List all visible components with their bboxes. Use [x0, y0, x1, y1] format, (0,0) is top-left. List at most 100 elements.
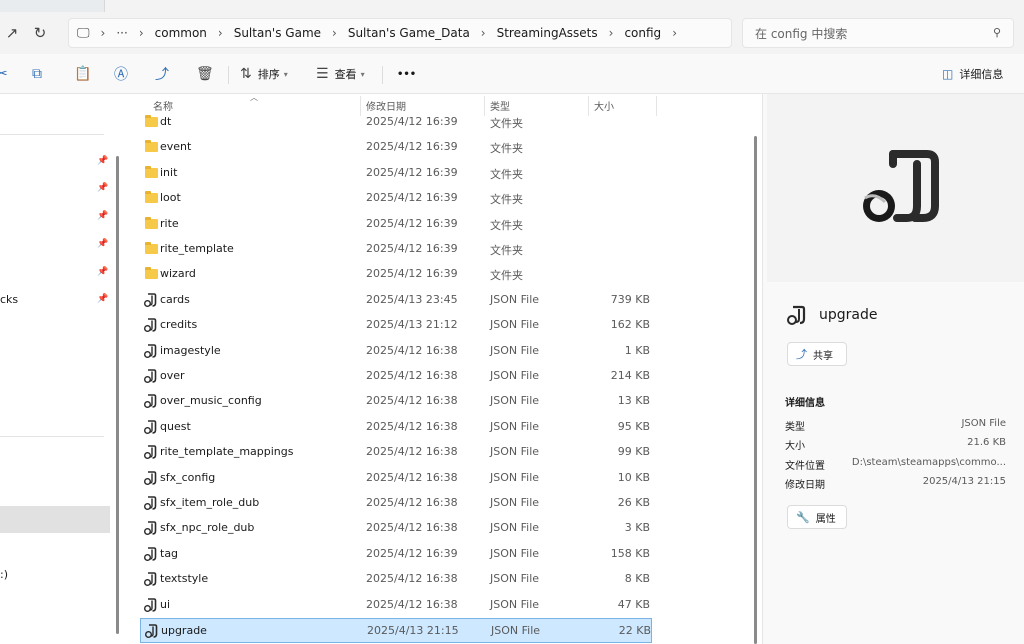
folder-icon: [145, 191, 158, 204]
chevron-right-icon[interactable]: ›: [101, 26, 106, 40]
cut-icon[interactable]: ✂: [0, 64, 8, 84]
json-file-icon: [144, 546, 157, 561]
share-button[interactable]: ⤴ 共享: [787, 342, 847, 366]
detail-label-size: 大小: [785, 441, 805, 452]
file-row[interactable]: event 2025/4/12 16:39 文件夹: [140, 135, 652, 160]
overflow-breadcrumb-icon[interactable]: ···: [116, 26, 127, 40]
file-date: 2025/4/12 16:39: [366, 165, 458, 179]
file-size: 162 KB: [610, 318, 650, 332]
details-section-heading: 详细信息: [785, 398, 825, 409]
search-placeholder: 在 config 中搜索: [755, 26, 848, 41]
pin-icon[interactable]: 📌: [97, 183, 108, 193]
file-row[interactable]: wizard 2025/4/12 16:39 文件夹: [140, 262, 652, 287]
pin-icon[interactable]: 📌: [97, 294, 108, 304]
copy-icon[interactable]: ⧉: [32, 64, 42, 84]
share-label: 共享: [813, 350, 833, 362]
json-file-icon: [144, 597, 157, 612]
forward-icon[interactable]: ↗: [0, 21, 24, 45]
detail-label-modified: 修改日期: [785, 480, 825, 491]
column-divider[interactable]: [656, 96, 657, 116]
detail-value-location[interactable]: D:\steam\steamapps\commo...: [852, 457, 1006, 468]
nav-item-label[interactable]: :): [0, 568, 8, 581]
file-row[interactable]: sfx_npc_role_dub 2025/4/12 16:38 JSON File…: [140, 516, 652, 541]
pin-icon[interactable]: 📌: [97, 267, 108, 277]
folder-icon: [145, 267, 158, 280]
file-row[interactable]: rite_template 2025/4/12 16:39 文件夹: [140, 237, 652, 262]
sort-button[interactable]: ⇅ 排序 ▾: [240, 64, 288, 84]
more-options-button[interactable]: •••: [397, 64, 416, 84]
delete-icon[interactable]: 🗑: [196, 64, 214, 84]
file-row[interactable]: sfx_item_role_dub 2025/4/12 16:38 JSON Fil…: [140, 491, 652, 516]
file-row[interactable]: rite 2025/4/12 16:39 文件夹: [140, 212, 652, 237]
file-type: 文件夹: [490, 167, 523, 181]
chevron-right-icon[interactable]: ›: [672, 26, 677, 40]
json-file-icon: [144, 343, 157, 358]
search-input[interactable]: 在 config 中搜索 ⚲: [742, 18, 1014, 48]
file-size: 1 KB: [624, 343, 650, 357]
file-date: 2025/4/12 16:38: [366, 369, 458, 382]
chevron-right-icon[interactable]: ›: [218, 26, 223, 40]
address-bar[interactable]: 🖵 › ··· › common › Sultan's Game › Sulta…: [68, 18, 732, 48]
pin-icon[interactable]: 📌: [97, 156, 108, 166]
json-file-icon: [144, 521, 157, 536]
file-row[interactable]: cards 2025/4/13 23:45 JSON File 739 KB: [140, 288, 652, 313]
active-tab[interactable]: [104, 0, 1024, 12]
file-row[interactable]: sfx_config 2025/4/12 16:38 JSON File 10 KB: [140, 466, 652, 491]
folder-icon: [145, 216, 158, 229]
breadcrumb-sultans-game[interactable]: Sultan's Game: [234, 26, 321, 40]
file-row[interactable]: credits 2025/4/13 21:12 JSON File 162 KB: [140, 313, 652, 338]
chevron-right-icon[interactable]: ›: [332, 26, 337, 40]
file-row[interactable]: loot 2025/4/12 16:39 文件夹: [140, 186, 652, 211]
pin-icon[interactable]: 📌: [97, 239, 108, 249]
tab-strip: [0, 0, 1024, 12]
file-type: JSON File: [490, 572, 540, 586]
file-date: 2025/4/12 16:39: [366, 115, 458, 128]
sort-label: 排序: [257, 68, 280, 81]
view-button[interactable]: ☰ 查看 ▾: [316, 64, 365, 84]
file-row[interactable]: textstyle 2025/4/12 16:38 JSON File 8 KB: [140, 567, 652, 592]
json-file-icon: [144, 496, 157, 510]
file-row[interactable]: imagestyle 2025/4/12 16:38 JSON File 1 KB: [140, 339, 652, 364]
file-row[interactable]: over 2025/4/12 16:38 JSON File 214 KB: [140, 364, 652, 389]
file-size: 13 KB: [617, 394, 650, 408]
breadcrumb-config[interactable]: config: [624, 26, 661, 40]
file-name: sfx_npc_role_dub: [160, 521, 255, 535]
divider: [382, 66, 383, 84]
json-file-icon: [144, 394, 157, 409]
detail-label-type: 类型: [785, 422, 805, 433]
file-row[interactable]: rite_template_mappings 2025/4/12 16:38 JSO…: [140, 440, 652, 465]
rename-icon[interactable]: Ⓐ: [114, 64, 128, 84]
file-row[interactable]: tag 2025/4/12 16:39 JSON File 158 KB: [140, 542, 652, 567]
refresh-icon[interactable]: ↻: [28, 21, 52, 45]
json-file-icon: [145, 624, 158, 638]
file-row[interactable]: init 2025/4/12 16:39 文件夹: [140, 161, 652, 186]
address-row: ↗ ↻ 🖵 › ··· › common › Sultan's Game › S…: [0, 12, 1024, 54]
nav-item-selected[interactable]: [0, 506, 110, 533]
file-type: JSON File: [490, 521, 540, 535]
details-pane-button[interactable]: ◫ 详细信息: [942, 64, 1003, 84]
chevron-right-icon: ›: [138, 26, 144, 40]
computer-icon[interactable]: 🖵: [77, 26, 90, 41]
folder-icon: [145, 165, 158, 178]
chevron-right-icon[interactable]: ›: [481, 26, 486, 40]
file-row[interactable]: dt 2025/4/12 16:39 文件夹: [140, 110, 652, 135]
file-name: tag: [160, 546, 179, 560]
breadcrumb-common[interactable]: common: [155, 26, 207, 40]
details-pane: upgrade ⤴ 共享 详细信息 类型 JSON File 大小 21.6 K…: [762, 94, 1024, 644]
nav-item-label[interactable]: cks: [0, 293, 18, 306]
file-row[interactable]: upgrade 2025/4/13 21:15 JSON File 22 KB: [140, 618, 652, 643]
view-icon: ☰: [316, 66, 329, 82]
file-row[interactable]: quest 2025/4/12 16:38 JSON File 95 KB: [140, 415, 652, 440]
file-name: upgrade: [161, 624, 207, 637]
file-row[interactable]: over_music_config 2025/4/12 16:38 JSON Fil…: [140, 389, 652, 414]
properties-button[interactable]: 🔧 属性: [787, 505, 847, 529]
nav-scrollbar[interactable]: [116, 156, 119, 634]
file-list-scrollbar[interactable]: [754, 136, 757, 644]
file-row[interactable]: ui 2025/4/12 16:38 JSON File 47 KB: [140, 593, 652, 618]
share-icon[interactable]: ⤴: [155, 64, 169, 84]
paste-icon[interactable]: 📋: [74, 64, 91, 84]
breadcrumb-streamingassets[interactable]: StreamingAssets: [497, 26, 598, 40]
chevron-right-icon[interactable]: ›: [609, 26, 614, 40]
pin-icon[interactable]: 📌: [97, 211, 108, 221]
breadcrumb-sultans-game-data[interactable]: Sultan's Game_Data: [348, 26, 470, 40]
